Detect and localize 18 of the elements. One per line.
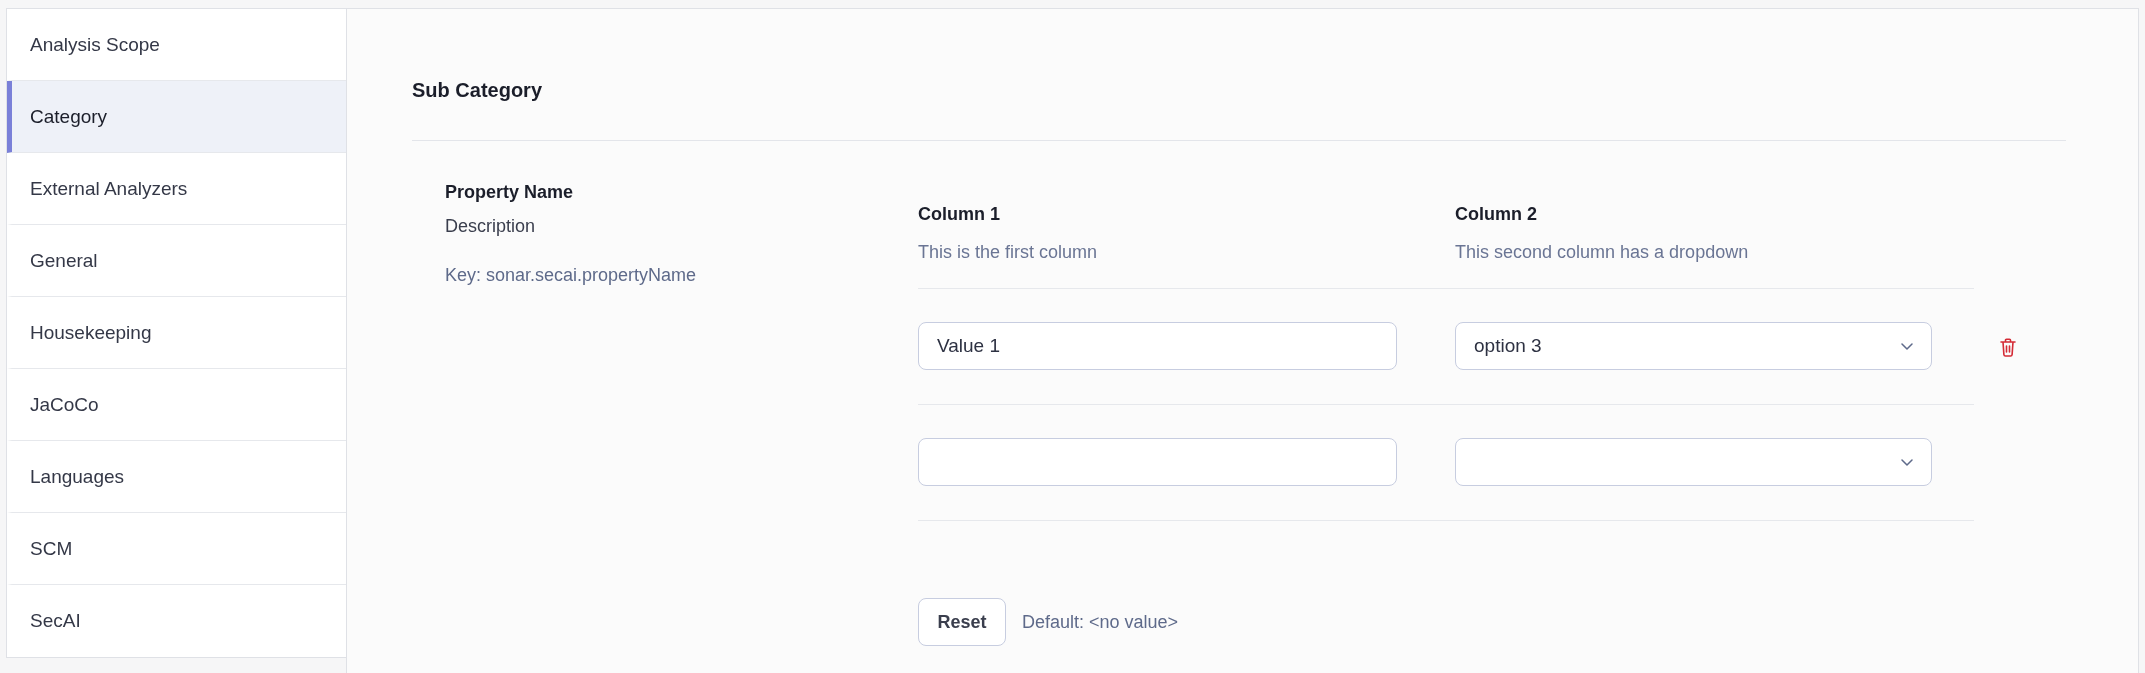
- dropdown-field[interactable]: [1455, 438, 1932, 486]
- column-description: This is the first column: [918, 241, 1098, 264]
- property-description: Description: [445, 215, 536, 238]
- property-key: Key: sonar.secai.propertyName: [445, 263, 697, 287]
- text-input-field[interactable]: [918, 438, 1397, 486]
- text-input-field[interactable]: Value 1: [918, 322, 1397, 370]
- dropdown-field[interactable]: option 3: [1455, 322, 1932, 370]
- chevron-down-icon: [1901, 458, 1913, 466]
- chevron-down-icon: [1901, 342, 1913, 350]
- column-header: Column 1: [918, 203, 1000, 226]
- column-header: Column 2: [1455, 203, 1537, 226]
- section-title: Sub Category: [412, 78, 543, 102]
- reset-button[interactable]: Reset: [918, 598, 1006, 646]
- trash-icon: [2000, 337, 2016, 357]
- column-description: This second column has a dropdown: [1455, 241, 1749, 264]
- default-value-text: Default: <no value>: [1022, 611, 1179, 633]
- sidebar-item[interactable]: Category: [7, 81, 346, 153]
- property-name: Property Name: [445, 181, 574, 204]
